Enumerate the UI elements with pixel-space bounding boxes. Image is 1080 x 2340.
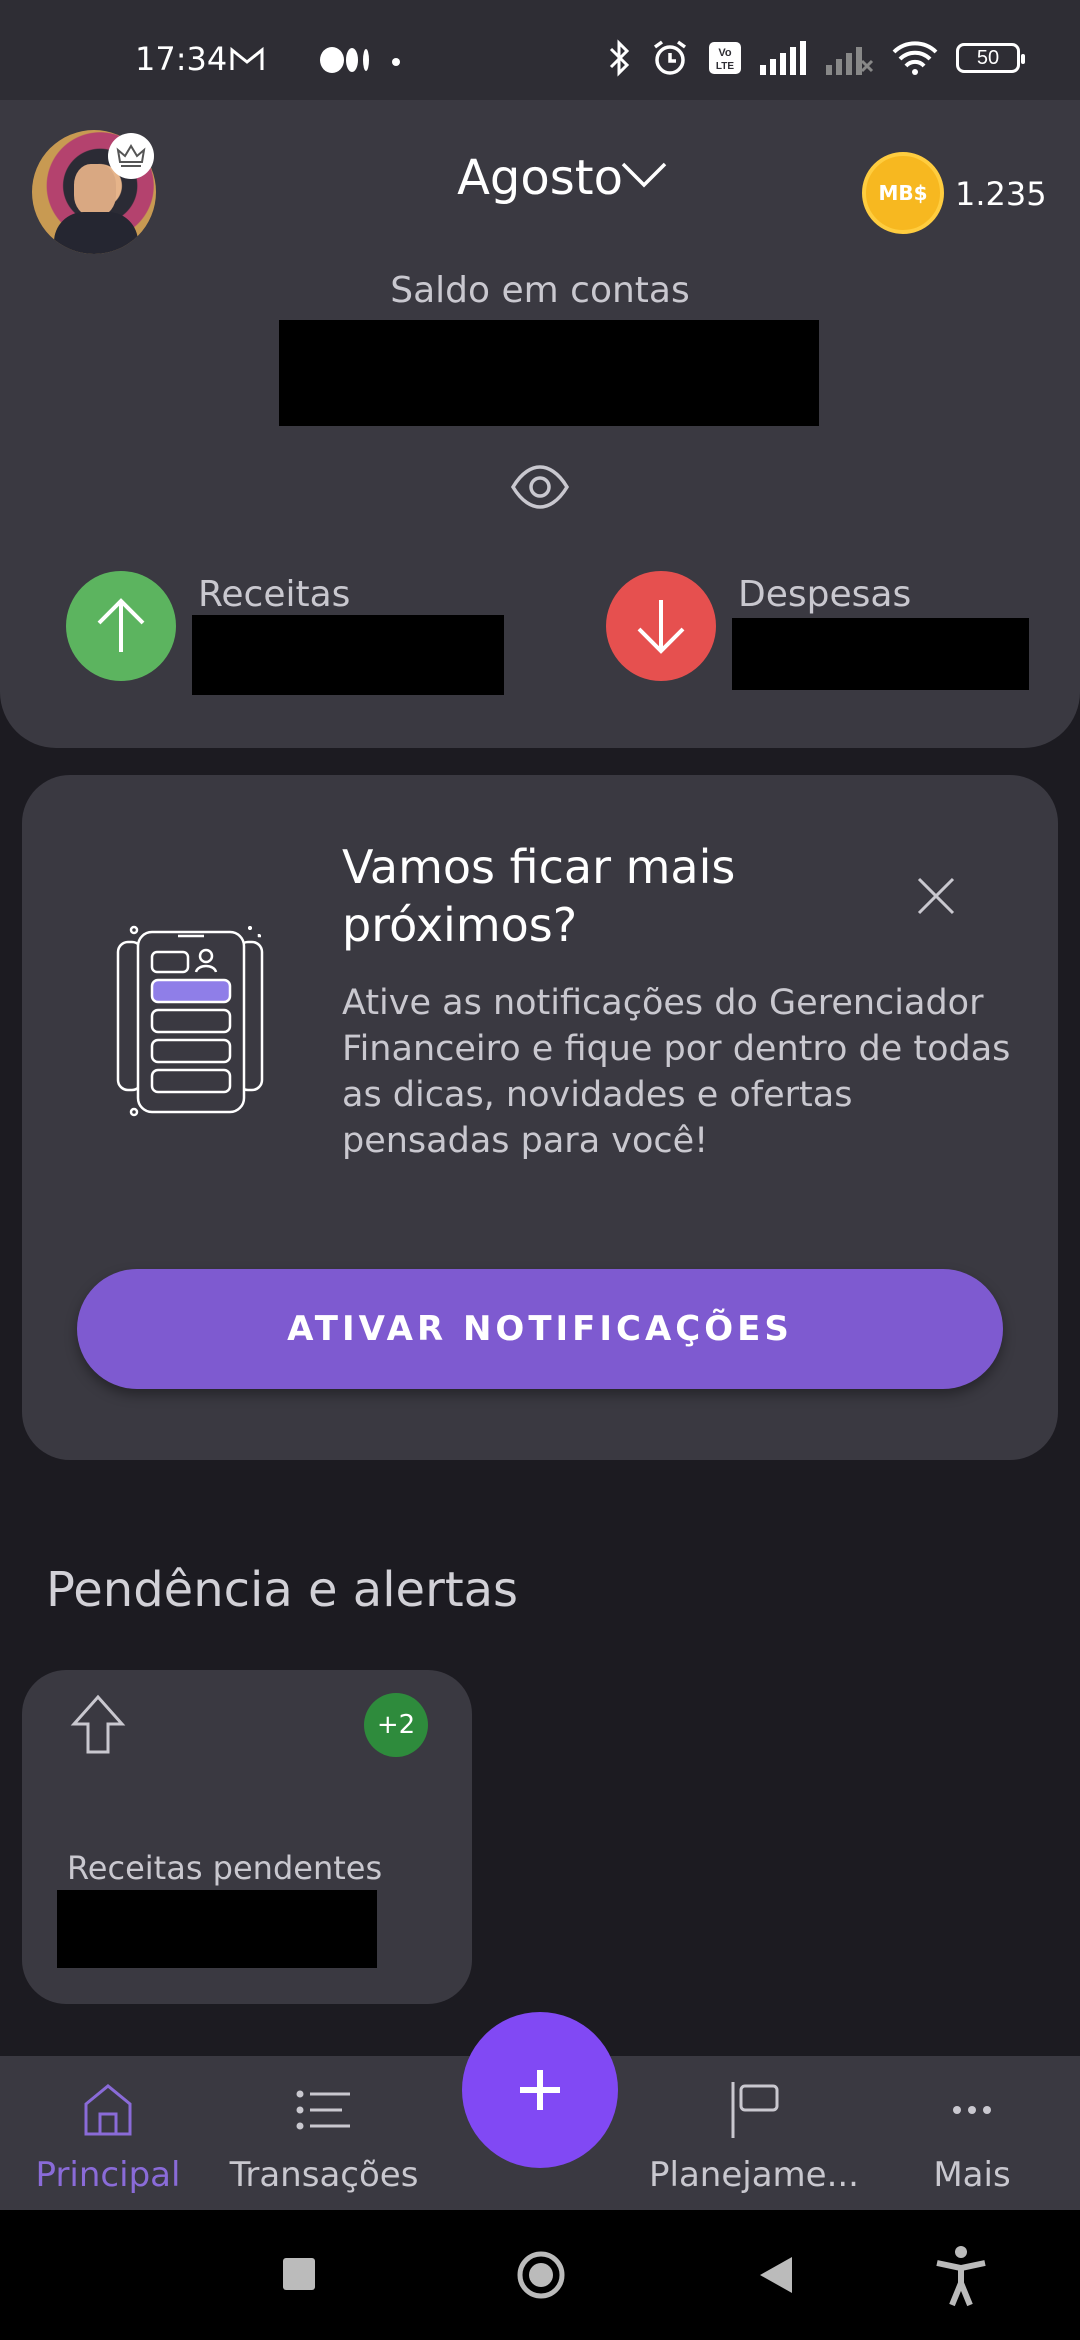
count-badge: +2	[364, 1693, 428, 1757]
nav-label: Transações	[229, 2155, 419, 2195]
section-title: Pendência e alertas	[46, 1562, 519, 1618]
nav-principal[interactable]: Principal	[0, 2075, 216, 2195]
signal-icon	[760, 41, 806, 75]
eye-icon[interactable]	[510, 462, 570, 516]
bluetooth-icon	[609, 39, 630, 77]
arrow-up-icon	[97, 598, 145, 652]
balance-label: Saldo em contas	[390, 270, 690, 311]
plus-icon	[520, 2070, 560, 2110]
svg-text:LTE: LTE	[716, 61, 734, 72]
add-button[interactable]	[462, 2012, 618, 2168]
pending-value-redacted	[57, 1890, 377, 1968]
expense-label: Despesas	[738, 574, 912, 615]
chevron-down-icon[interactable]	[620, 160, 668, 194]
battery-level: 50	[976, 46, 1000, 69]
battery-icon: 50	[956, 43, 1025, 73]
alarm-icon	[653, 40, 687, 75]
flag-icon	[646, 2075, 862, 2145]
expense-value-redacted	[732, 618, 1029, 690]
phone-illustration-icon	[108, 922, 268, 1122]
nav-planejamento[interactable]: Planejame...	[646, 2075, 862, 2195]
back-icon[interactable]	[758, 2255, 794, 2299]
nav-label: Mais	[933, 2155, 1011, 2195]
coin-icon[interactable]: MB$	[862, 152, 944, 234]
wifi-icon	[892, 41, 938, 75]
coin-balance: 1.235	[955, 175, 1047, 213]
balance-value-redacted	[279, 320, 819, 426]
close-icon[interactable]	[916, 876, 956, 920]
svg-text:Vo: Vo	[718, 47, 732, 59]
status-time: 17:34	[135, 40, 228, 78]
dot-icon	[392, 58, 400, 66]
income-label: Receitas	[198, 574, 351, 615]
income-button[interactable]	[66, 571, 176, 681]
nav-label: Planejame...	[649, 2155, 859, 2195]
gmail-icon	[230, 46, 264, 76]
pending-income-label: Receitas pendentes	[67, 1849, 383, 1887]
expense-button[interactable]	[606, 571, 716, 681]
medium-icon	[320, 46, 374, 78]
income-value-redacted	[192, 615, 504, 695]
list-icon	[216, 2075, 432, 2145]
notification-title: Vamos ficar mais próximos?	[342, 840, 736, 952]
status-icons: Vo LTE 50	[608, 38, 1025, 78]
nav-label: Principal	[35, 2155, 181, 2195]
volte-icon: Vo LTE	[709, 42, 741, 74]
signal-off-icon	[826, 47, 874, 75]
home-icon	[0, 2075, 216, 2145]
home-system-icon[interactable]	[516, 2250, 566, 2304]
arrow-down-icon	[637, 600, 685, 654]
more-icon	[864, 2075, 1080, 2145]
enable-notifications-button[interactable]: ATIVAR NOTIFICAÇÕES	[77, 1269, 1003, 1389]
nav-transacoes[interactable]: Transações	[216, 2075, 432, 2195]
nav-mais[interactable]: Mais	[864, 2075, 1080, 2195]
notification-body: Ative as notificações do Gerenciador Fin…	[342, 983, 1011, 1161]
accessibility-icon[interactable]	[934, 2245, 988, 2311]
recent-apps-icon[interactable]	[283, 2258, 315, 2290]
arrow-up-outline-icon	[70, 1694, 126, 1760]
coin-label: MB$	[878, 181, 928, 205]
